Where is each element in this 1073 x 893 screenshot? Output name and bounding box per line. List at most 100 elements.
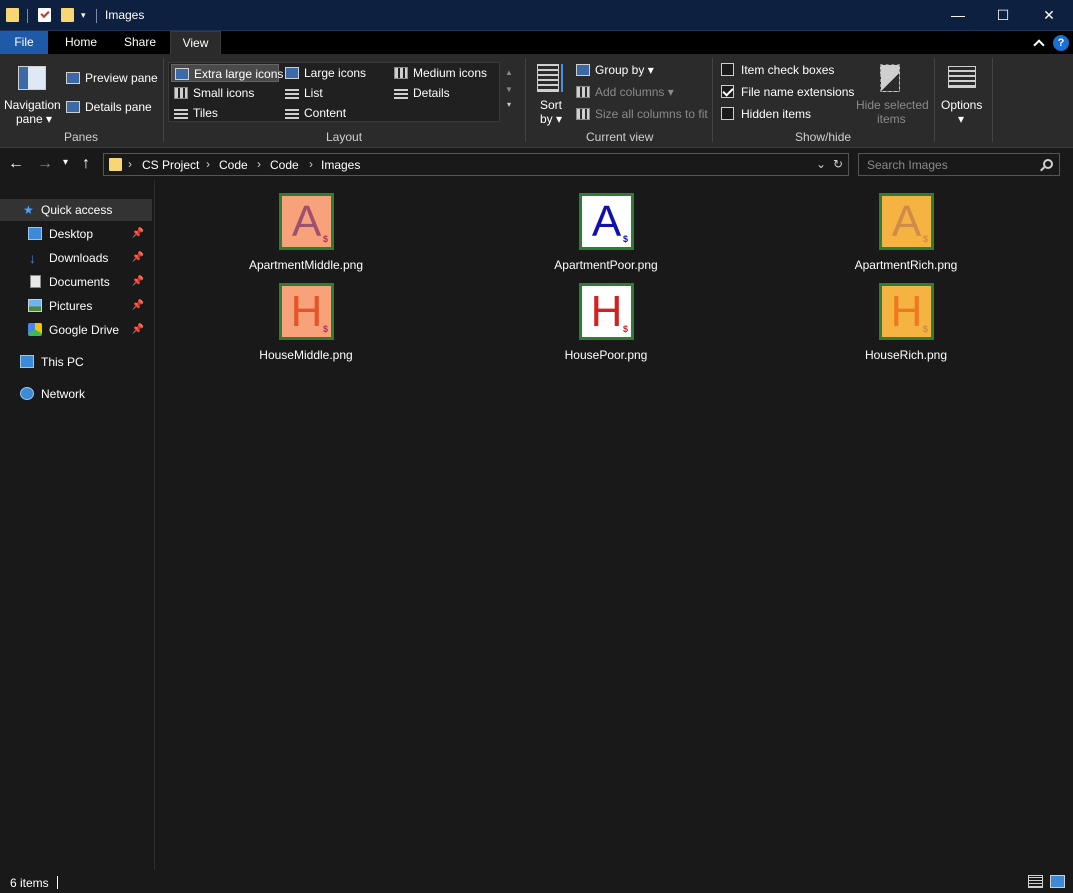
nav-quick-access[interactable]: ★ Quick access [0, 199, 152, 221]
forward-arrow-icon[interactable]: → [37, 155, 53, 173]
group-by-button[interactable]: Group by ▾ [576, 63, 654, 77]
help-icon[interactable]: ? [1053, 34, 1069, 51]
search-box[interactable]: Search Images [858, 153, 1060, 176]
up-arrow-icon[interactable]: ↑ [82, 155, 90, 173]
hidden-items-checkbox[interactable] [721, 107, 734, 120]
nav-downloads[interactable]: ↓ Downloads 📌 [0, 247, 152, 269]
maximize-button[interactable]: ☐ [980, 0, 1026, 30]
pictures-icon [28, 299, 42, 312]
hide-selected-items-button[interactable]: Hide selected items [852, 62, 930, 126]
tiles-icon [174, 107, 188, 119]
ribbon-controls: ? [1033, 31, 1073, 54]
file-item[interactable]: H $ HousePoor.png [521, 283, 691, 369]
breadcrumb-separator[interactable]: › [257, 157, 261, 171]
pin-icon[interactable]: 📌 [132, 223, 144, 245]
new-folder-icon[interactable] [61, 8, 74, 22]
details-pane-button[interactable]: Details pane [66, 100, 152, 114]
hidden-items-label[interactable]: Hidden items [741, 107, 811, 121]
file-name-extensions-label[interactable]: File name extensions [741, 85, 854, 99]
sort-by-label: Sort [540, 98, 563, 112]
expand-gallery-icon[interactable]: ▾ [502, 100, 516, 109]
file-thumbnail: H $ [279, 283, 334, 340]
scroll-down-icon[interactable]: ▼ [502, 85, 516, 94]
extra-large-icons-icon [175, 68, 189, 80]
nav-documents[interactable]: Documents 📌 [0, 271, 152, 293]
ribbon-tabs: File Home Share View ? [0, 31, 1073, 117]
status-divider [57, 876, 58, 889]
file-thumbnail: A $ [579, 193, 634, 250]
options-button[interactable]: Options ▾ [938, 62, 988, 126]
address-bar[interactable]: › CS Project › Code › Code › Images ⌄ ↻ [103, 153, 849, 176]
layout-content[interactable]: Content [282, 104, 346, 122]
layout-extra-large-icons[interactable]: Extra large icons [171, 64, 283, 82]
thumbnail-letter: A [291, 196, 322, 246]
breadcrumb-images[interactable]: Images [321, 158, 360, 172]
preview-pane-button[interactable]: Preview pane [66, 71, 158, 85]
close-button[interactable]: ✕ [1026, 0, 1072, 30]
breadcrumb-code-2[interactable]: Code [270, 158, 299, 172]
file-item[interactable]: A $ ApartmentMiddle.png [221, 193, 391, 279]
file-name: HousePoor.png [564, 348, 648, 362]
refresh-icon[interactable]: ↻ [833, 157, 843, 171]
search-icon[interactable] [1043, 159, 1053, 169]
pin-icon[interactable]: 📌 [132, 319, 144, 341]
address-history-icon[interactable]: ⌄ [816, 157, 826, 171]
layout-list[interactable]: List [282, 84, 323, 102]
file-item[interactable]: H $ HouseMiddle.png [221, 283, 391, 369]
properties-icon[interactable] [38, 8, 51, 22]
file-item[interactable]: H $ HouseRich.png [821, 283, 991, 369]
breadcrumb-separator[interactable]: › [128, 157, 132, 171]
group-label-show-hide: Show/hide [795, 130, 852, 144]
layout-tiles[interactable]: Tiles [171, 104, 218, 122]
file-name: ApartmentMiddle.png [248, 258, 364, 272]
layout-small-icons[interactable]: Small icons [171, 84, 254, 102]
breadcrumb-separator[interactable]: › [206, 157, 210, 171]
nav-google-drive-label: Google Drive [49, 323, 120, 337]
breadcrumb-code[interactable]: Code [219, 158, 248, 172]
nav-desktop[interactable]: Desktop 📌 [0, 223, 152, 245]
nav-this-pc[interactable]: This PC [0, 351, 152, 373]
pin-icon[interactable]: 📌 [132, 271, 144, 293]
nav-network-label: Network [41, 387, 86, 401]
scroll-up-icon[interactable]: ▲ [502, 68, 516, 77]
layout-details[interactable]: Details [391, 84, 450, 102]
breadcrumb-cs-project[interactable]: CS Project [142, 158, 199, 172]
recent-locations-icon[interactable]: ▾ [63, 157, 68, 168]
collapse-ribbon-icon[interactable] [1033, 38, 1045, 51]
navigation-pane-button[interactable]: Navigation pane ▾ [2, 62, 62, 126]
details-view-icon[interactable] [1028, 875, 1043, 888]
size-columns-button[interactable]: Size all columns to fit [576, 107, 708, 121]
customize-toolbar-dropdown[interactable]: ▾ [81, 10, 86, 21]
pin-icon[interactable]: 📌 [132, 295, 144, 317]
file-thumbnail: H $ [579, 283, 634, 340]
sort-by-icon [537, 64, 559, 92]
size-columns-icon [576, 108, 590, 120]
file-item[interactable]: A $ ApartmentPoor.png [521, 193, 691, 279]
layout-scroller[interactable]: ▲ ▼ ▾ [502, 62, 516, 122]
tab-view[interactable]: View [170, 31, 221, 54]
item-check-boxes-label[interactable]: Item check boxes [741, 63, 834, 77]
large-icons-view-icon[interactable] [1050, 875, 1065, 888]
back-arrow-icon[interactable]: ← [8, 155, 24, 173]
item-check-boxes-checkbox[interactable] [721, 63, 734, 76]
nav-pictures[interactable]: Pictures 📌 [0, 295, 152, 317]
thumbnail-letter: H [590, 286, 623, 336]
tab-share[interactable]: Share [114, 31, 166, 54]
search-input[interactable]: Search Images [867, 158, 948, 172]
pin-icon[interactable]: 📌 [132, 247, 144, 269]
nav-network[interactable]: Network [0, 383, 152, 405]
layout-medium-icons[interactable]: Medium icons [391, 64, 487, 82]
breadcrumb-separator[interactable]: › [309, 157, 313, 171]
tab-home[interactable]: Home [54, 31, 108, 54]
minimize-button[interactable]: — [935, 0, 981, 30]
file-item[interactable]: A $ ApartmentRich.png [821, 193, 991, 279]
large-icons-icon [285, 67, 299, 79]
title-bar: ▾ Images — ☐ ✕ [0, 0, 1073, 31]
layout-large-icons[interactable]: Large icons [282, 64, 366, 82]
sort-by-label-2: by ▾ [540, 112, 563, 126]
sort-by-button[interactable]: Sort by ▾ [534, 62, 568, 126]
download-icon: ↓ [29, 250, 36, 266]
nav-google-drive[interactable]: Google Drive 📌 [0, 319, 152, 341]
file-name-extensions-checkbox[interactable] [721, 85, 734, 98]
add-columns-button[interactable]: Add columns ▾ [576, 85, 674, 99]
